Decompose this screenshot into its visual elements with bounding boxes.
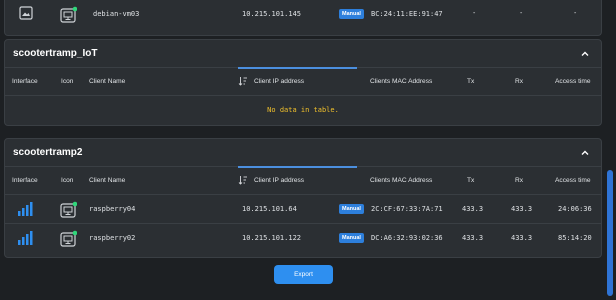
client-mac: 2C:CF:67:33:7A:71 [371, 205, 443, 213]
table-row: debian-vm03 10.215.101.145 Manual BC:24:… [5, 0, 601, 29]
col-rx[interactable]: Rx [515, 177, 523, 184]
ip-type-badge: Manual [339, 233, 364, 243]
active-sort-indicator [238, 166, 357, 168]
col-icon[interactable]: Icon [61, 78, 73, 85]
col-icon[interactable]: Icon [61, 177, 73, 184]
col-client-ip[interactable]: Client IP address [254, 177, 304, 184]
client-name: debian-vm03 [93, 10, 140, 18]
online-dot-icon [72, 201, 77, 207]
export-button[interactable]: Export [274, 265, 333, 284]
monitor-device-icon [60, 230, 77, 247]
client-access-time: 85:14:20 [558, 234, 592, 242]
client-name[interactable]: raspberry02 [89, 234, 135, 242]
client-rx: - [520, 10, 523, 17]
wifi-signal-icon [18, 231, 33, 245]
online-dot-icon [72, 230, 77, 236]
col-tx[interactable]: Tx [467, 177, 474, 184]
sort-icon[interactable] [238, 175, 248, 185]
scrollbar-thumb[interactable] [607, 170, 613, 296]
section-header[interactable]: scootertramp2 [5, 139, 601, 167]
client-mac: BC:24:11:EE:91:47 [371, 10, 443, 18]
sort-icon[interactable] [238, 76, 248, 86]
col-tx[interactable]: Tx [467, 78, 474, 85]
table-header: Interface Icon Client Name Client IP add… [5, 166, 601, 195]
client-ip: 10.215.101.145 [242, 10, 302, 18]
col-rx[interactable]: Rx [515, 78, 523, 85]
previous-section-card: debian-vm03 10.215.101.145 Manual BC:24:… [4, 0, 602, 36]
col-client-name[interactable]: Client Name [89, 78, 125, 85]
col-access-time[interactable]: Access time [555, 78, 591, 85]
wifi-signal-icon [18, 202, 33, 216]
section-title: scootertramp2 [13, 147, 83, 158]
col-interface[interactable]: Interface [12, 177, 38, 184]
col-clients-mac[interactable]: Clients MAC Address [370, 177, 432, 184]
monitor-device-icon [60, 201, 77, 218]
client-tx: 433.3 [462, 205, 484, 213]
client-name[interactable]: raspberry04 [89, 205, 135, 213]
picture-icon [19, 6, 33, 20]
col-access-time[interactable]: Access time [555, 177, 591, 184]
monitor-device-icon [60, 6, 77, 23]
ip-type-badge: Manual [339, 204, 364, 214]
table-row[interactable]: raspberry04 10.215.101.64 Manual 2C:CF:6… [5, 195, 601, 224]
client-ip: 10.215.101.64 [242, 205, 297, 213]
section-card-iot: scootertramp_IoT Interface Icon Client N… [4, 39, 602, 126]
online-dot-icon [72, 6, 77, 12]
chevron-up-icon[interactable] [579, 48, 591, 60]
table-header: Interface Icon Client Name Client IP add… [5, 67, 601, 96]
col-client-ip[interactable]: Client IP address [254, 78, 304, 85]
section-card-main: scootertramp2 Interface Icon Client Name… [4, 138, 602, 258]
client-mac: DC:A6:32:93:02:36 [371, 234, 443, 242]
client-tx: 433.3 [462, 234, 484, 242]
empty-table-message: No data in table. [267, 106, 339, 114]
section-header[interactable]: scootertramp_IoT [5, 40, 601, 68]
client-rx: 433.3 [511, 205, 533, 213]
chevron-up-icon[interactable] [579, 147, 591, 159]
col-interface[interactable]: Interface [12, 78, 38, 85]
client-ip: 10.215.101.122 [242, 234, 302, 242]
active-sort-indicator [238, 67, 357, 69]
client-rx: 433.3 [511, 234, 533, 242]
client-access-time: 24:06:36 [558, 205, 592, 213]
col-clients-mac[interactable]: Clients MAC Address [370, 78, 432, 85]
ip-type-badge: Manual [339, 9, 364, 19]
client-access-time: - [574, 10, 577, 17]
client-tx: - [473, 10, 476, 17]
table-row[interactable]: raspberry02 10.215.101.122 Manual DC:A6:… [5, 224, 601, 253]
col-client-name[interactable]: Client Name [89, 177, 125, 184]
section-title: scootertramp_IoT [13, 48, 98, 59]
